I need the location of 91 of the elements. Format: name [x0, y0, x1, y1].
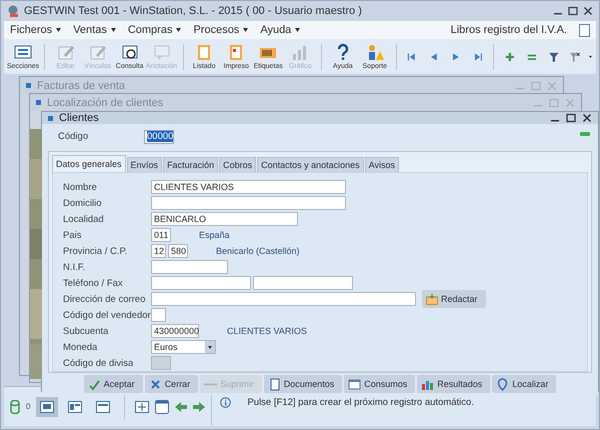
- caret-icon: [110, 28, 116, 32]
- window-icon: [36, 100, 41, 105]
- window-title: GESTWIN Test 001 - WinStation, S.L. - 2015 ( 00 - Usuario maestro ): [24, 5, 363, 17]
- window-title: Facturas de venta: [37, 80, 126, 92]
- field-label: Localidad: [63, 214, 105, 224]
- text-field[interactable]: [253, 276, 353, 290]
- status-message: Pulse [F12] para crear el próximo registro automático.: [247, 397, 474, 408]
- menu-item[interactable]: Procesos: [193, 24, 248, 36]
- comment-icon: [152, 43, 172, 61]
- field-label: Código de divisa: [63, 358, 134, 368]
- tile-windows-icon[interactable]: [135, 400, 150, 412]
- text-field[interactable]: [151, 196, 346, 210]
- action-button[interactable]: Aceptar: [84, 375, 143, 393]
- window-icon: [348, 378, 362, 390]
- window-icon[interactable]: [155, 400, 170, 414]
- shortcut-link[interactable]: Libros registro del I.V.A.: [450, 24, 567, 36]
- caret-icon: [176, 28, 182, 32]
- magnifier-icon: [120, 43, 140, 61]
- layout-icon: [96, 400, 110, 412]
- text-field[interactable]: 580: [168, 244, 188, 258]
- check-icon: [88, 378, 101, 390]
- action-button[interactable]: Documentos: [264, 375, 342, 393]
- maximize-icon[interactable]: [568, 6, 578, 16]
- links-icon: [88, 43, 108, 61]
- menu-item[interactable]: Ficheros: [10, 24, 62, 36]
- back-arrow-icon[interactable]: [175, 400, 188, 412]
- view-button[interactable]: [36, 396, 58, 416]
- menu-item[interactable]: Ayuda: [260, 24, 300, 36]
- app-icon: [7, 5, 19, 17]
- action-button[interactable]: Consumos: [344, 375, 416, 393]
- field-label: Código: [58, 131, 90, 142]
- close-icon[interactable]: [582, 113, 592, 123]
- field-label: Teléfono / Fax: [63, 278, 124, 288]
- window-icon: [48, 116, 53, 120]
- field-label: N.I.F.: [63, 262, 86, 272]
- field-label: Dirección de correo: [63, 294, 146, 304]
- text-field[interactable]: [151, 308, 166, 322]
- edit-icon: [56, 43, 76, 61]
- text-field[interactable]: [151, 292, 416, 306]
- text-field[interactable]: [151, 260, 228, 274]
- caret-icon: [295, 28, 300, 32]
- field-label: Nombre: [63, 182, 98, 192]
- field-label: Código del vendedor: [63, 310, 149, 320]
- code-field[interactable]: 00000: [144, 130, 174, 144]
- field-label: Pais: [63, 230, 82, 240]
- tab[interactable]: Cobros: [219, 157, 256, 172]
- text-field[interactable]: CLIENTES VARIOS: [151, 180, 346, 194]
- status-led: [580, 132, 590, 136]
- text-field[interactable]: [151, 276, 251, 290]
- document-icon: [268, 378, 281, 390]
- window-title: Localización de clientes: [47, 96, 164, 108]
- menu-item[interactable]: Ventas: [73, 24, 116, 36]
- forward-arrow-icon[interactable]: [193, 400, 206, 412]
- text-field[interactable]: 430000000: [151, 324, 199, 338]
- window-icon: [26, 83, 31, 88]
- close-icon[interactable]: [583, 6, 593, 16]
- text-field[interactable]: 011: [151, 228, 171, 242]
- field-info: Benicarlo (Castellón): [216, 246, 300, 256]
- window-title: Clientes: [59, 112, 100, 124]
- tab[interactable]: Facturación: [163, 157, 218, 172]
- info-icon: [220, 397, 232, 408]
- layout-icon: [68, 400, 82, 412]
- field-label: Moneda: [63, 342, 98, 352]
- layout-icon: [40, 400, 54, 412]
- menu-item[interactable]: Compras: [128, 24, 182, 36]
- page-icon[interactable]: [579, 24, 590, 36]
- tab[interactable]: Envíos: [126, 157, 162, 172]
- database-icon: [10, 400, 20, 414]
- field-info: España: [199, 230, 230, 240]
- compose-button[interactable]: Redactar: [422, 290, 486, 308]
- caret-icon[interactable]: [589, 54, 592, 58]
- tab[interactable]: Contactos y anotaciones: [257, 157, 364, 172]
- dropdown[interactable]: Euros: [151, 340, 216, 354]
- record-count: 0: [26, 402, 30, 411]
- text-field[interactable]: BENICARLO: [151, 212, 298, 226]
- action-button[interactable]: Localizar: [492, 375, 556, 393]
- caret-icon: [243, 28, 248, 32]
- tab[interactable]: Datos generales: [52, 155, 126, 172]
- close-icon: [148, 378, 162, 390]
- location-pin-icon: [496, 378, 510, 390]
- action-button[interactable]: Cerrar: [144, 375, 198, 393]
- envelope-icon: [426, 294, 438, 304]
- sections-icon: [13, 43, 33, 61]
- tab[interactable]: Avisos: [364, 157, 400, 172]
- field-label: Domicilio: [63, 198, 103, 208]
- text-field[interactable]: 12: [151, 244, 166, 258]
- field-info: CLIENTES VARIOS: [227, 326, 307, 336]
- field-label: Provincia / C.P.: [63, 246, 128, 256]
- caret-icon: [56, 28, 62, 32]
- field-label: Subcuenta: [63, 326, 110, 336]
- action-button[interactable]: Resultados: [417, 375, 490, 393]
